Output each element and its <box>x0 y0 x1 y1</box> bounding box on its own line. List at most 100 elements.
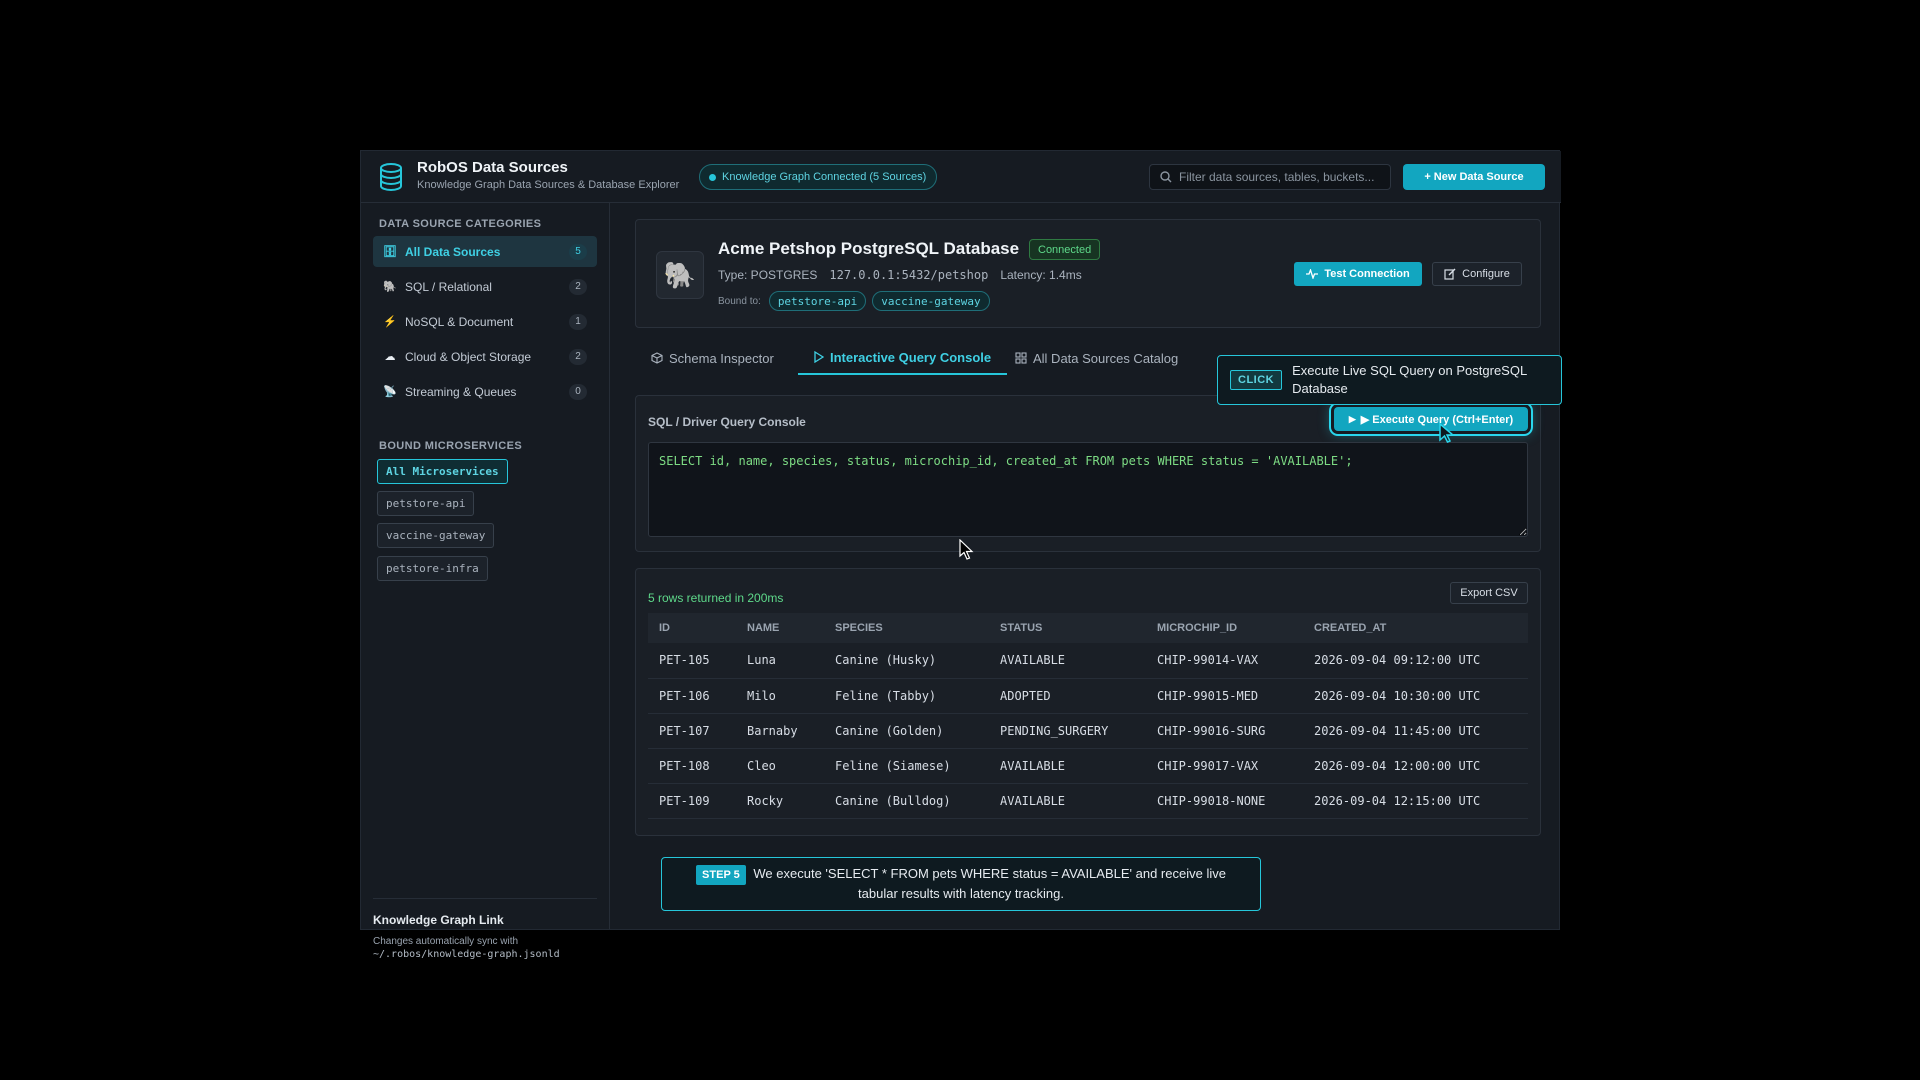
kg-link-panel: Knowledge Graph Link Changes automatical… <box>373 898 597 960</box>
category-count: 2 <box>569 278 587 295</box>
grid-icon <box>1015 352 1027 364</box>
table-row[interactable]: PET-109 Rocky Canine (Bulldog) AVAILABLE… <box>648 783 1528 819</box>
tab-label: All Data Sources Catalog <box>1033 350 1179 366</box>
cell-id: PET-109 <box>648 783 736 819</box>
cell-status: AVAILABLE <box>989 748 1146 784</box>
category-label: All Data Sources <box>405 244 501 259</box>
kg-link-title: Knowledge Graph Link <box>373 913 504 927</box>
mouse-cursor-icon <box>959 539 974 560</box>
status-dot-icon <box>709 173 716 181</box>
bound-label: Bound to: <box>718 295 761 307</box>
table-row[interactable]: PET-105 Luna Canine (Husky) AVAILABLE CH… <box>648 643 1528 679</box>
postgres-elephant-icon: 🐘 <box>656 251 704 299</box>
top-bar: RobOS Data Sources Knowledge Graph Data … <box>361 151 1561 203</box>
cell-microchip-id: CHIP-99018-NONE <box>1146 783 1303 819</box>
sql-query-editor[interactable]: SELECT id, name, species, status, microc… <box>648 442 1528 537</box>
cell-created-at: 2026-09-04 10:30:00 UTC <box>1303 678 1528 714</box>
table-row[interactable]: PET-108 Cleo Feline (Siamese) AVAILABLE … <box>648 748 1528 784</box>
test-connection-label: Test Connection <box>1324 268 1410 280</box>
tab-interactive-query-console[interactable]: Interactive Query Console <box>798 341 1008 375</box>
category-count: 1 <box>569 313 587 330</box>
category-cloud-object-storage[interactable]: ☁ Cloud & Object Storage 2 <box>373 341 597 372</box>
data-source-name: Acme Petshop PostgreSQL Database <box>718 239 1020 258</box>
app-subtitle: Knowledge Graph Data Sources & Database … <box>417 179 680 191</box>
cell-id: PET-105 <box>648 643 736 679</box>
new-data-source-label: + New Data Source <box>1424 171 1524 183</box>
new-data-source-button[interactable]: + New Data Source <box>1403 164 1545 190</box>
satellite-icon: 📡 <box>383 386 397 398</box>
kg-status-text: Knowledge Graph Connected (5 Sources) <box>722 171 927 183</box>
category-count: 2 <box>569 348 587 365</box>
microservice-vaccine-gateway[interactable]: vaccine-gateway <box>377 523 495 548</box>
cell-name: Cleo <box>736 748 824 784</box>
cell-microchip-id: CHIP-99015-MED <box>1146 678 1303 714</box>
source-latency: Latency: 1.4ms <box>1000 268 1082 282</box>
click-badge: CLICK <box>1230 370 1283 390</box>
execute-query-label: ▶ Execute Query (Ctrl+Enter) <box>1360 413 1514 426</box>
execute-query-button[interactable]: ▶ ▶ Execute Query (Ctrl+Enter) <box>1334 407 1528 431</box>
search-icon <box>1160 171 1172 183</box>
test-connection-button[interactable]: Test Connection <box>1294 262 1422 286</box>
category-label: SQL / Relational <box>405 279 492 294</box>
bound-tag-petstore-api[interactable]: petstore-api <box>768 291 867 311</box>
category-label: Streaming & Queues <box>405 384 517 399</box>
category-sql-relational[interactable]: 🐘 SQL / Relational 2 <box>373 271 597 302</box>
cell-created-at: 2026-09-04 09:12:00 UTC <box>1303 643 1528 679</box>
cell-status: ADOPTED <box>989 678 1146 714</box>
source-type: Type: POSTGRES <box>718 268 818 282</box>
category-all-data-sources[interactable]: 🗄 All Data Sources 5 <box>373 236 597 267</box>
cell-species: Feline (Tabby) <box>824 678 989 714</box>
category-streaming-queues[interactable]: 📡 Streaming & Queues 0 <box>373 376 597 407</box>
bound-tag-vaccine-gateway[interactable]: vaccine-gateway <box>872 291 990 311</box>
column-header[interactable]: ID <box>648 613 736 643</box>
configure-button[interactable]: Configure <box>1432 262 1522 286</box>
pulse-icon <box>1306 269 1319 279</box>
column-header[interactable]: MICROCHIP_ID <box>1146 613 1303 643</box>
cell-species: Canine (Golden) <box>824 713 989 749</box>
data-source-card: 🐘 Acme Petshop PostgreSQL Database Conne… <box>635 219 1541 328</box>
microservice-petstore-api[interactable]: petstore-api <box>377 491 475 516</box>
column-header[interactable]: SPECIES <box>824 613 989 643</box>
tab-all-data-sources-catalog[interactable]: All Data Sources Catalog <box>999 341 1194 375</box>
microservice-petstore-infra[interactable]: petstore-infra <box>377 556 488 581</box>
search-input[interactable] <box>1179 170 1379 184</box>
column-header[interactable]: STATUS <box>989 613 1146 643</box>
table-header-row: ID NAME SPECIES STATUS MICROCHIP_ID CREA… <box>648 613 1528 643</box>
search-box[interactable] <box>1149 164 1391 190</box>
cell-id: PET-107 <box>648 713 736 749</box>
cell-microchip-id: CHIP-99017-VAX <box>1146 748 1303 784</box>
tab-schema-inspector[interactable]: Schema Inspector <box>635 341 790 375</box>
categories-heading: DATA SOURCE CATEGORIES <box>379 218 542 230</box>
category-count: 5 <box>569 243 587 260</box>
bound-services: Bound to: petstore-api vaccine-gateway <box>718 291 990 311</box>
play-icon: ▶ <box>1348 413 1356 424</box>
database-icon: 🗄 <box>383 246 397 258</box>
kg-status-badge: Knowledge Graph Connected (5 Sources) <box>699 164 938 190</box>
kg-link-text: Changes automatically sync with <box>373 936 519 947</box>
play-icon <box>814 351 824 363</box>
cell-id: PET-106 <box>648 678 736 714</box>
column-header[interactable]: NAME <box>736 613 824 643</box>
category-label: NoSQL & Document <box>405 314 514 329</box>
microservice-all[interactable]: All Microservices <box>377 459 508 484</box>
cube-icon <box>651 352 663 364</box>
click-hint-text: Execute Live SQL Query on PostgreSQL Dat… <box>1292 363 1527 396</box>
cell-name: Luna <box>736 643 824 679</box>
step-caption-text: We execute 'SELECT * FROM pets WHERE sta… <box>753 866 1226 901</box>
column-header[interactable]: CREATED_AT <box>1303 613 1528 643</box>
kg-link-path: ~/.robos/knowledge-graph.jsonld <box>373 949 560 960</box>
cell-microchip-id: CHIP-99016-SURG <box>1146 713 1303 749</box>
tab-label: Schema Inspector <box>669 350 774 366</box>
cell-created-at: 2026-09-04 11:45:00 UTC <box>1303 713 1528 749</box>
query-console-panel: SQL / Driver Query Console ▶ ▶ Execute Q… <box>635 395 1541 552</box>
table-row[interactable]: PET-106 Milo Feline (Tabby) ADOPTED CHIP… <box>648 678 1528 714</box>
app-title: RobOS Data Sources <box>417 159 568 176</box>
cell-microchip-id: CHIP-99014-VAX <box>1146 643 1303 679</box>
step-caption-banner: STEP 5 We execute 'SELECT * FROM pets WH… <box>661 857 1261 911</box>
export-csv-button[interactable]: Export CSV <box>1450 582 1528 604</box>
cell-name: Milo <box>736 678 824 714</box>
cell-status: PENDING_SURGERY <box>989 713 1146 749</box>
category-nosql-document[interactable]: ⚡ NoSQL & Document 1 <box>373 306 597 337</box>
cloud-icon: ☁ <box>384 351 396 363</box>
table-row[interactable]: PET-107 Barnaby Canine (Golden) PENDING_… <box>648 713 1528 749</box>
